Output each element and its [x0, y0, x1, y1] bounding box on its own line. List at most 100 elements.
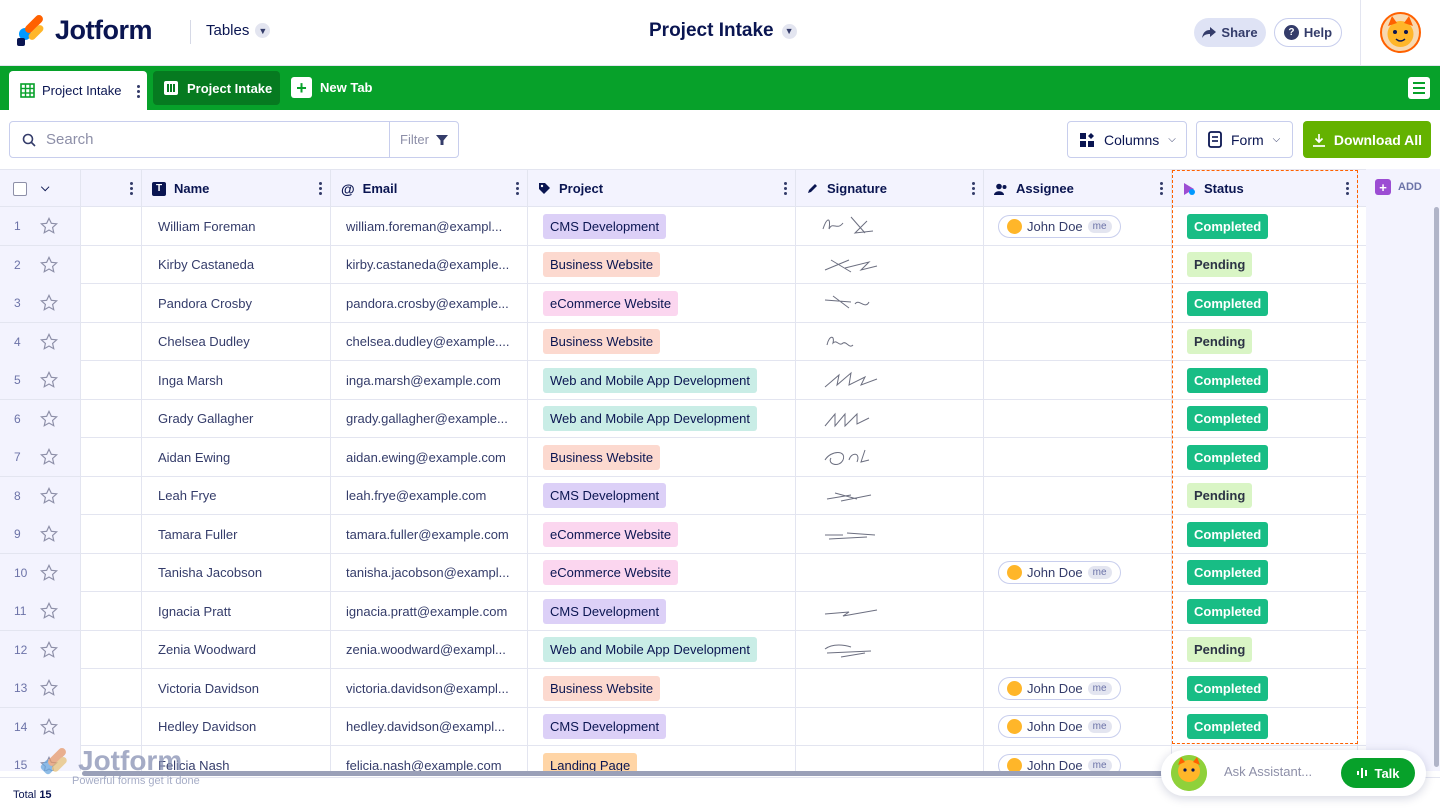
assignee-cell[interactable]: John Doe me — [984, 669, 1172, 707]
jotform-logo[interactable]: Jotform — [16, 13, 153, 46]
blank-cell[interactable] — [81, 707, 142, 746]
row-number-cell[interactable]: 4 — [0, 322, 81, 361]
name-cell[interactable]: Pandora Crosby — [142, 284, 331, 322]
name-cell[interactable]: Ignacia Pratt — [142, 592, 331, 630]
status-cell[interactable]: Completed — [1172, 515, 1358, 553]
row-number-cell[interactable]: 2 — [0, 245, 81, 284]
column-menu-icon[interactable] — [784, 182, 787, 195]
assignee-cell[interactable] — [984, 399, 1172, 438]
star-icon[interactable] — [40, 717, 58, 736]
table-row[interactable]: 12 Zenia Woodward zenia.woodward@exampl...… — [0, 630, 1366, 669]
name-cell[interactable]: Victoria Davidson — [142, 669, 331, 707]
help-button[interactable]: ? Help — [1274, 18, 1342, 47]
signature-cell[interactable] — [796, 361, 984, 399]
chevron-down-icon[interactable]: ⌵ — [41, 182, 49, 195]
email-cell[interactable]: aidan.ewing@example.com — [331, 438, 528, 476]
assignee-cell[interactable] — [984, 592, 1172, 630]
star-icon[interactable] — [40, 563, 58, 582]
row-number-cell[interactable]: 13 — [0, 669, 81, 707]
status-cell[interactable]: Pending — [1172, 245, 1358, 284]
row-number-cell[interactable]: 5 — [0, 361, 81, 399]
project-cell[interactable]: Business Website — [528, 669, 796, 707]
status-cell[interactable]: Pending — [1172, 476, 1358, 515]
name-cell[interactable]: Hedley Davidson — [142, 707, 331, 746]
assignee-cell[interactable] — [984, 322, 1172, 361]
blank-cell[interactable] — [81, 438, 142, 476]
signature-cell[interactable] — [796, 515, 984, 553]
form-button[interactable]: Form ⌵ — [1196, 121, 1293, 158]
assignee-cell[interactable] — [984, 630, 1172, 669]
project-cell[interactable]: Business Website — [528, 245, 796, 284]
status-cell[interactable]: Completed — [1172, 592, 1358, 630]
signature-cell[interactable] — [796, 669, 984, 707]
project-cell[interactable]: eCommerce Website — [528, 515, 796, 553]
tab-more-icon[interactable] — [137, 85, 140, 98]
row-number-cell[interactable]: 3 — [0, 284, 81, 322]
project-cell[interactable]: eCommerce Website — [528, 553, 796, 592]
horizontal-scrollbar[interactable] — [82, 771, 1282, 776]
columns-button[interactable]: Columns ⌵ — [1067, 121, 1187, 158]
table-row[interactable]: 13 Victoria Davidson victoria.davidson@exa… — [0, 669, 1366, 708]
assignee-cell[interactable] — [984, 515, 1172, 553]
status-cell[interactable]: Completed — [1172, 707, 1358, 746]
table-row[interactable]: 5 Inga Marsh inga.marsh@example.com Web and… — [0, 361, 1366, 400]
star-icon[interactable] — [40, 486, 58, 505]
status-cell[interactable]: Completed — [1172, 399, 1358, 438]
email-cell[interactable]: felicia.nash@example.com — [331, 746, 528, 771]
status-cell[interactable]: Completed — [1172, 669, 1358, 707]
column-menu-icon[interactable] — [1346, 182, 1349, 195]
email-cell[interactable]: hedley.davidson@exampl... — [331, 707, 528, 746]
star-icon[interactable] — [40, 602, 58, 620]
status-cell[interactable]: Completed — [1172, 438, 1358, 476]
tab-project-intake-table[interactable]: Project Intake — [9, 71, 147, 110]
blank-cell[interactable] — [81, 245, 142, 284]
row-number-cell[interactable]: 6 — [0, 399, 81, 438]
star-icon[interactable] — [40, 255, 58, 274]
header-name[interactable]: T Name — [142, 170, 331, 207]
table-row[interactable]: 14 Hedley Davidson hedley.davidson@exampl.… — [0, 707, 1366, 746]
project-cell[interactable]: Business Website — [528, 438, 796, 476]
project-cell[interactable]: CMS Development — [528, 207, 796, 245]
assignee-chip[interactable]: John Doe me — [998, 715, 1121, 738]
star-icon[interactable] — [40, 217, 58, 235]
status-cell[interactable]: Pending — [1172, 630, 1358, 669]
header-project[interactable]: Project — [528, 170, 796, 207]
star-icon[interactable] — [40, 679, 58, 697]
assignee-cell[interactable] — [984, 245, 1172, 284]
header-status[interactable]: Status — [1172, 170, 1358, 207]
header-email[interactable]: @ Email — [331, 170, 528, 207]
status-cell[interactable]: Completed — [1172, 207, 1358, 245]
name-cell[interactable]: Tanisha Jacobson — [142, 553, 331, 592]
blank-cell[interactable] — [81, 630, 142, 669]
status-cell[interactable]: Pending — [1172, 322, 1358, 361]
row-number-cell[interactable]: 12 — [0, 630, 81, 669]
table-row[interactable]: 4 Chelsea Dudley chelsea.dudley@example...… — [0, 322, 1366, 361]
email-cell[interactable]: victoria.davidson@exampl... — [331, 669, 528, 707]
star-icon[interactable] — [40, 294, 58, 312]
status-cell[interactable]: Completed — [1172, 553, 1358, 592]
filter-button[interactable]: Filter — [389, 121, 459, 158]
row-number-cell[interactable]: 14 — [0, 707, 81, 746]
email-cell[interactable]: kirby.castaneda@example... — [331, 245, 528, 284]
table-row[interactable]: 9 Tamara Fuller tamara.fuller@example.com e… — [0, 515, 1366, 554]
table-row[interactable]: 1 William Foreman william.foreman@exampl..… — [0, 207, 1366, 246]
assignee-chip[interactable]: John Doe me — [998, 561, 1121, 584]
signature-cell[interactable] — [796, 553, 984, 592]
project-cell[interactable]: Business Website — [528, 322, 796, 361]
project-cell[interactable]: CMS Development — [528, 476, 796, 515]
email-cell[interactable]: inga.marsh@example.com — [331, 361, 528, 399]
row-number-cell[interactable]: 9 — [0, 515, 81, 553]
signature-cell[interactable] — [796, 245, 984, 284]
assignee-cell[interactable]: John Doe me — [984, 746, 1172, 771]
header-assignee[interactable]: Assignee — [984, 170, 1172, 207]
search-input[interactable] — [46, 131, 366, 148]
signature-cell[interactable] — [796, 438, 984, 476]
table-row[interactable]: 8 Leah Frye leah.frye@example.com CMS Devel… — [0, 476, 1366, 515]
email-cell[interactable]: zenia.woodward@exampl... — [331, 630, 528, 669]
row-number-cell[interactable]: 8 — [0, 476, 81, 515]
email-cell[interactable]: tanisha.jacobson@exampl... — [331, 553, 528, 592]
status-cell[interactable]: Completed — [1172, 284, 1358, 322]
column-menu-icon[interactable] — [516, 182, 519, 195]
signature-cell[interactable] — [796, 592, 984, 630]
blank-cell[interactable] — [81, 553, 142, 592]
